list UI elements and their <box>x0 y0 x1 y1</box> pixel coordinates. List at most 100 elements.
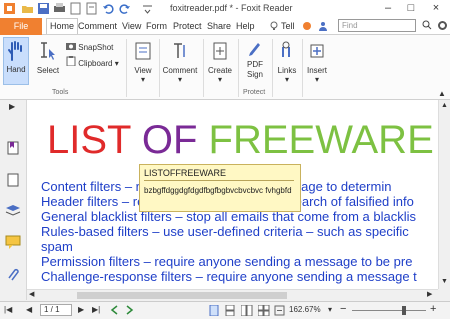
insert-button[interactable]: Insert ▾ <box>304 37 330 84</box>
redo-icon[interactable] <box>118 2 131 15</box>
previous-view-icon[interactable] <box>110 305 120 315</box>
links-label: Links <box>277 66 297 75</box>
undo-icon[interactable] <box>102 2 115 15</box>
customize-toolbar-icon[interactable] <box>141 2 154 15</box>
tab-share[interactable]: Share <box>207 21 231 31</box>
scroll-right-icon[interactable]: ▶ <box>427 290 432 298</box>
comments-panel-icon[interactable] <box>5 234 21 250</box>
gear-icon[interactable] <box>437 20 448 31</box>
body-line: Challenge-response filters – require any… <box>41 269 417 284</box>
scroll-up-icon[interactable]: ▲ <box>441 102 448 109</box>
popup-note-title: LISTOFFREEWARE <box>144 168 227 178</box>
single-page-icon[interactable] <box>209 305 219 316</box>
popup-note-body[interactable]: bzbgffdggdgfdgdfbgfbgbvcbvcbvc fvhgbfd <box>144 186 299 196</box>
horizontal-scroll-thumb[interactable] <box>77 292 287 299</box>
create-button[interactable]: Create ▾ <box>205 37 235 84</box>
comment-popup-note[interactable]: LISTOFFREEWARE bzbgffdggdgfdgdfbgfbgbvcb… <box>139 164 301 212</box>
bookmark-icon[interactable] <box>5 140 21 156</box>
zoom-dropdown-icon[interactable]: ▾ <box>328 305 332 314</box>
last-page-icon[interactable]: ▶| <box>92 305 100 314</box>
links-button[interactable]: Links ▾ <box>274 37 300 84</box>
group-label-tools: Tools <box>52 89 69 96</box>
ribbon-separator <box>238 39 239 97</box>
pdf-sign-button[interactable]: PDF Sign <box>241 37 269 79</box>
heading-word-freeware: FREEWARE <box>208 118 434 162</box>
snapshot-button[interactable]: SnapShot <box>66 41 113 52</box>
body-line: Rules-based filters – use user-defined c… <box>41 224 409 239</box>
hand-button[interactable]: Hand <box>3 37 29 85</box>
insert-label: Insert <box>306 66 327 75</box>
document-heading: LIST OF FREEWARE <box>47 118 434 163</box>
tab-help[interactable]: Help <box>236 21 255 31</box>
lightbulb-icon <box>270 21 278 30</box>
search-input[interactable]: Find <box>338 19 416 32</box>
zoom-in-icon[interactable]: + <box>430 303 436 315</box>
fit-page-icon[interactable] <box>274 305 285 316</box>
open-folder-icon[interactable] <box>21 2 34 15</box>
first-page-icon[interactable]: |◀ <box>4 305 12 314</box>
page-thumbnails-icon[interactable] <box>5 172 21 188</box>
collapse-ribbon-icon[interactable]: ▲ <box>438 89 446 98</box>
view-icon <box>135 42 151 60</box>
page-number-input[interactable]: 1 / 1 <box>40 304 72 316</box>
layers-icon[interactable] <box>5 202 21 218</box>
facing-pages-icon[interactable] <box>241 305 253 316</box>
continuous-facing-icon[interactable] <box>258 305 270 316</box>
next-page-icon[interactable]: ▶ <box>78 305 84 314</box>
window-title: foxitreader.pdf * - Foxit Reader <box>170 3 293 13</box>
page-icon[interactable] <box>85 2 98 15</box>
select-label: Select <box>36 66 60 75</box>
chevron-down-icon: ▾ <box>314 75 319 84</box>
view-label: View <box>134 66 152 75</box>
link-icon <box>282 41 290 57</box>
camera-icon <box>66 43 76 50</box>
ribbon-separator <box>302 39 303 97</box>
comment-label: Comment <box>162 66 198 75</box>
group-label-protect: Protect <box>243 89 266 96</box>
clipboard-button[interactable]: Clipboard ▾ <box>66 56 119 68</box>
zoom-level[interactable]: 162.67% <box>289 305 321 314</box>
feedback-icon[interactable] <box>302 21 312 31</box>
maximize-button[interactable]: □ <box>403 1 419 15</box>
search-icon[interactable] <box>422 20 432 30</box>
tell-me-label[interactable]: Tell <box>281 21 295 31</box>
comment-button[interactable]: Comment ▾ <box>160 37 200 84</box>
snapshot-label: SnapShot <box>78 43 114 52</box>
scroll-left-icon[interactable]: ◀ <box>29 290 34 298</box>
create-pdf-icon <box>213 42 227 60</box>
tab-file[interactable]: File <box>0 18 42 35</box>
vertical-scrollbar[interactable]: ▲ ▼ <box>438 100 450 289</box>
zoom-slider[interactable] <box>352 310 426 311</box>
tab-comment[interactable]: Comment <box>78 21 117 31</box>
tab-view[interactable]: View <box>122 21 141 31</box>
select-button[interactable]: Select <box>33 37 63 75</box>
pdf-sign-label-1: PDF <box>247 60 263 69</box>
scroll-down-icon[interactable]: ▼ <box>441 278 448 285</box>
heading-word-list: LIST <box>47 118 131 162</box>
zoom-slider-handle[interactable] <box>402 306 406 315</box>
print-icon[interactable] <box>53 2 66 15</box>
status-bar: |◀ ◀ 1 / 1 ▶ ▶| 162.67% ▾ − + <box>0 301 450 319</box>
horizontal-scrollbar[interactable]: ◀ ▶ <box>27 289 438 301</box>
heading-word-of: OF <box>141 118 198 162</box>
body-line: spam <box>41 239 73 254</box>
view-button[interactable]: View ▾ <box>130 37 156 84</box>
zoom-out-icon[interactable]: − <box>340 303 346 315</box>
minimize-button[interactable]: – <box>380 1 396 15</box>
save-icon[interactable] <box>37 2 50 15</box>
tab-protect[interactable]: Protect <box>173 21 202 31</box>
new-document-icon[interactable] <box>69 2 82 15</box>
next-view-icon[interactable] <box>124 305 134 315</box>
popup-divider <box>144 180 294 181</box>
previous-page-icon[interactable]: ◀ <box>26 305 32 314</box>
chevron-down-icon: ▾ <box>284 75 289 84</box>
insert-icon <box>310 44 324 58</box>
pdf-sign-label-2: Sign <box>246 70 263 79</box>
close-button[interactable]: × <box>428 1 444 15</box>
continuous-page-icon[interactable] <box>225 305 235 316</box>
tab-form[interactable]: Form <box>146 21 167 31</box>
tab-home[interactable]: Home <box>46 18 79 34</box>
attachments-icon[interactable] <box>5 266 21 282</box>
user-icon[interactable] <box>318 21 328 31</box>
expand-panel-icon[interactable]: ▶ <box>9 102 15 111</box>
